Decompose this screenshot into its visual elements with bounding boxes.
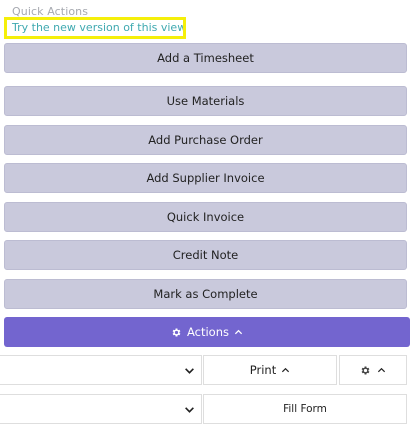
chevron-up-icon [281,366,290,375]
settings-dropdown-button[interactable] [339,355,407,385]
add-purchase-order-button[interactable]: Add Purchase Order [4,125,407,155]
print-label: Print [249,363,277,377]
chevron-up-icon [377,366,386,375]
print-button[interactable]: Print [203,355,337,385]
chevron-down-icon [184,404,195,415]
gear-icon [171,327,182,338]
add-supplier-invoice-button[interactable]: Add Supplier Invoice [4,163,407,193]
mark-as-complete-button[interactable]: Mark as Complete [4,279,407,309]
quick-invoice-button[interactable]: Quick Invoice [4,202,407,232]
footer-select-1[interactable] [0,355,202,385]
quick-actions-panel: Quick Actions Try the new version of thi… [0,0,413,425]
actions-label: Actions [186,325,229,339]
fill-form-button[interactable]: Fill Form [203,394,407,424]
add-timesheet-button[interactable]: Add a Timesheet [4,43,407,73]
chevron-down-icon [184,365,195,376]
footer-select-2[interactable] [0,394,202,424]
chevron-up-icon [234,328,243,337]
gear-icon [360,365,371,376]
actions-button[interactable]: Actions [4,317,410,347]
new-version-link[interactable]: Try the new version of this view [4,17,186,39]
use-materials-button[interactable]: Use Materials [4,86,407,116]
credit-note-button[interactable]: Credit Note [4,240,407,270]
